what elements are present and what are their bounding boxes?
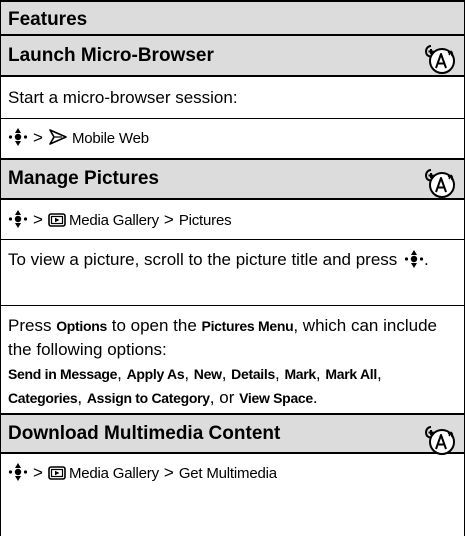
menu-path-row: > Media Gallery > Get Multimedia	[1, 454, 464, 492]
press-mid: to open the	[111, 316, 197, 335]
instruction-text: To view a picture, scroll to the picture…	[8, 250, 398, 269]
menu-path-row: > Mobile Web	[1, 119, 464, 158]
press-prefix: Press	[8, 316, 52, 335]
path-separator: >	[163, 210, 174, 229]
option-item: Details	[231, 366, 275, 382]
network-operator-feature-icon	[422, 42, 458, 76]
table-title: Features	[8, 9, 88, 30]
section-title: Download Multimedia Content	[8, 423, 281, 444]
browser-icon	[48, 128, 68, 146]
section-header-micro-browser: Launch Micro-Browser	[1, 36, 464, 77]
list-joiner: or	[219, 388, 235, 407]
option-item: Send in Message	[8, 366, 118, 382]
section-body-row: Start a micro-browser session:	[1, 77, 464, 119]
path-separator: >	[33, 210, 43, 229]
option-item: Mark All	[325, 366, 377, 382]
section-header-manage-pictures: Manage Pictures	[1, 158, 464, 200]
network-operator-feature-icon	[422, 166, 458, 200]
menu-path-row: > Media Gallery > Pictures	[1, 200, 464, 240]
navigation-key-icon	[8, 209, 28, 229]
navigation-key-icon	[8, 462, 28, 482]
path-separator: >	[33, 463, 43, 482]
option-item: Apply As	[126, 366, 185, 382]
path-item-mobile-web: Mobile Web	[71, 130, 149, 147]
feature-table: Features Launch Micro-Browser Start a mi…	[0, 0, 465, 536]
option-item: Mark	[284, 366, 316, 382]
option-item: Assign to Category	[86, 390, 210, 406]
network-operator-feature-icon	[422, 423, 458, 457]
pictures-menu-label: Pictures Menu	[201, 318, 294, 334]
media-gallery-icon	[48, 213, 66, 227]
option-item: Categories	[8, 390, 78, 406]
section-title: Manage Pictures	[8, 168, 159, 189]
period: .	[424, 250, 429, 269]
table-header: Features	[1, 0, 464, 36]
path-item-media-gallery: Media Gallery	[68, 465, 159, 482]
options-description-row: Press Options to open the Pictures Menu,…	[1, 306, 464, 414]
path-separator: >	[163, 463, 174, 482]
instruction-row: To view a picture, scroll to the picture…	[1, 240, 464, 306]
path-separator: >	[33, 128, 43, 147]
options-softkey-label: Options	[56, 318, 107, 334]
option-item: New	[193, 366, 222, 382]
section-header-download-multimedia: Download Multimedia Content	[1, 414, 464, 454]
media-gallery-icon	[48, 466, 66, 480]
option-item: View Space	[239, 390, 313, 406]
section-body-text: Start a micro-browser session:	[8, 88, 238, 107]
path-item-media-gallery: Media Gallery	[68, 212, 159, 229]
path-item-pictures: Pictures	[178, 212, 232, 229]
navigation-key-icon	[404, 249, 424, 269]
navigation-key-icon	[8, 127, 28, 147]
path-item-get-multimedia: Get Multimedia	[178, 465, 277, 482]
section-title: Launch Micro-Browser	[8, 45, 214, 66]
